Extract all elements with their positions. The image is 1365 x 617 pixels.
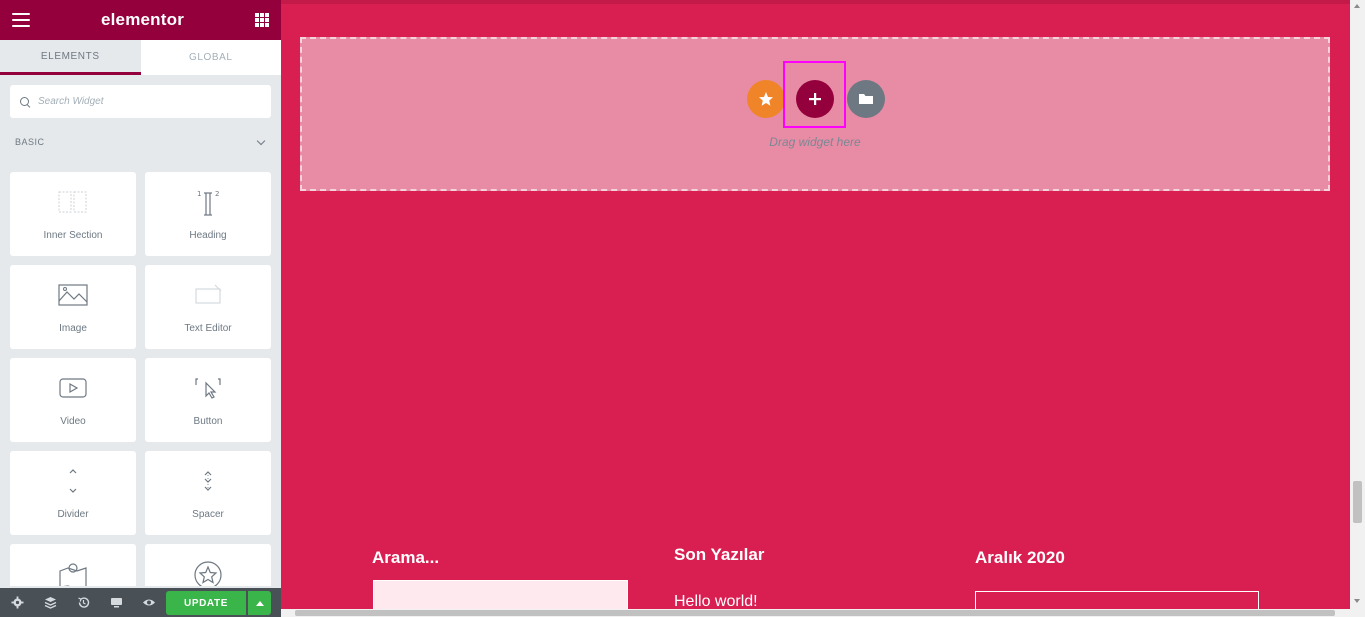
widget-image[interactable]: Image (10, 265, 136, 349)
footer-search-input[interactable] (373, 580, 628, 609)
canvas-top-band (281, 0, 1350, 4)
widget-label: Spacer (192, 509, 224, 520)
footer-search-title: Arama... (372, 548, 440, 567)
widget-star-rating[interactable] (145, 544, 271, 586)
calendar-table (975, 591, 1259, 609)
panel-tabs: ELEMENTS GLOBAL (0, 40, 281, 75)
update-options-button[interactable] (248, 591, 271, 615)
svg-text:1: 1 (197, 190, 201, 198)
recent-post-link[interactable]: Hello world! (674, 593, 758, 609)
chevron-down-icon (256, 136, 266, 145)
footer-calendar-title: Aralık 2020 (975, 548, 1065, 567)
columns-icon (57, 186, 89, 218)
drag-widget-hint: Drag widget here (769, 135, 861, 149)
widget-divider[interactable]: Divider (10, 451, 136, 535)
hamburger-menu-icon[interactable] (12, 13, 30, 27)
widget-text-editor[interactable]: Text Editor (145, 265, 271, 349)
star-icon (192, 558, 224, 586)
widget-label: Video (60, 416, 86, 427)
video-icon (57, 372, 89, 404)
widget-button[interactable]: Button (145, 358, 271, 442)
widget-inner-section[interactable]: Inner Section (10, 172, 136, 256)
scrollbar-thumb[interactable] (1353, 481, 1362, 523)
empty-section-dropzone[interactable]: Drag widget here (300, 37, 1330, 191)
caret-up-icon (255, 600, 264, 606)
vertical-scrollbar[interactable] (1350, 0, 1365, 617)
add-from-library-button[interactable] (847, 80, 885, 118)
settings-icon[interactable] (10, 596, 24, 610)
widget-heading[interactable]: 12 Heading (145, 172, 271, 256)
widget-label: Inner Section (43, 230, 103, 241)
responsive-icon[interactable] (109, 596, 123, 610)
text-editor-icon (192, 279, 224, 311)
divider-icon (57, 465, 89, 497)
navigator-icon[interactable] (43, 596, 57, 610)
footer-recent-posts-title: Son Yazılar (674, 545, 765, 564)
elementor-logo: elementor (100, 10, 185, 29)
google-maps-icon (57, 558, 89, 586)
search-input[interactable] (38, 96, 258, 107)
widget-label: Button (193, 416, 223, 427)
search-icon (20, 96, 30, 107)
add-new-section-button[interactable] (796, 80, 834, 118)
search-widget-box[interactable] (10, 85, 271, 118)
horizontal-scrollbar[interactable] (281, 609, 1350, 617)
history-icon[interactable] (76, 596, 90, 610)
widget-label: Heading (189, 230, 227, 241)
tab-global[interactable]: GLOBAL (141, 40, 282, 75)
tab-elements[interactable]: ELEMENTS (0, 40, 141, 75)
widgets-grid-icon[interactable] (255, 13, 269, 27)
spacer-icon (192, 465, 224, 497)
update-button[interactable]: UPDATE (166, 591, 246, 615)
image-icon (57, 279, 89, 311)
widget-video[interactable]: Video (10, 358, 136, 442)
widget-label: Image (59, 323, 87, 334)
category-header-basic[interactable]: BASIC (15, 134, 267, 150)
svg-text:2: 2 (215, 190, 219, 198)
scroll-up-arrow-icon[interactable] (1354, 4, 1360, 8)
button-icon (192, 372, 224, 404)
folder-icon (859, 94, 873, 104)
widget-grid: Inner Section 12 Heading Image Text Edit… (10, 172, 271, 586)
widget-label: Divider (57, 509, 89, 520)
plus-icon (809, 93, 821, 105)
preview-icon[interactable] (142, 596, 156, 610)
widget-label: Text Editor (184, 323, 232, 334)
add-template-button[interactable] (747, 80, 785, 118)
category-label: BASIC (15, 137, 45, 147)
scroll-down-arrow-icon[interactable] (1354, 599, 1360, 603)
widget-spacer[interactable]: Spacer (145, 451, 271, 535)
panel-footer: UPDATE (0, 588, 281, 617)
star-icon (759, 92, 773, 106)
horizontal-scrollbar-thumb[interactable] (295, 610, 1335, 616)
panel-header: elementor (0, 0, 281, 40)
editor-canvas: Drag widget here Arama... Son Yazılar He… (281, 0, 1350, 609)
widget-google-maps[interactable] (10, 544, 136, 586)
heading-icon: 12 (192, 186, 224, 218)
elementor-panel: elementor ELEMENTS GLOBAL BASIC Inner Se… (0, 0, 281, 617)
